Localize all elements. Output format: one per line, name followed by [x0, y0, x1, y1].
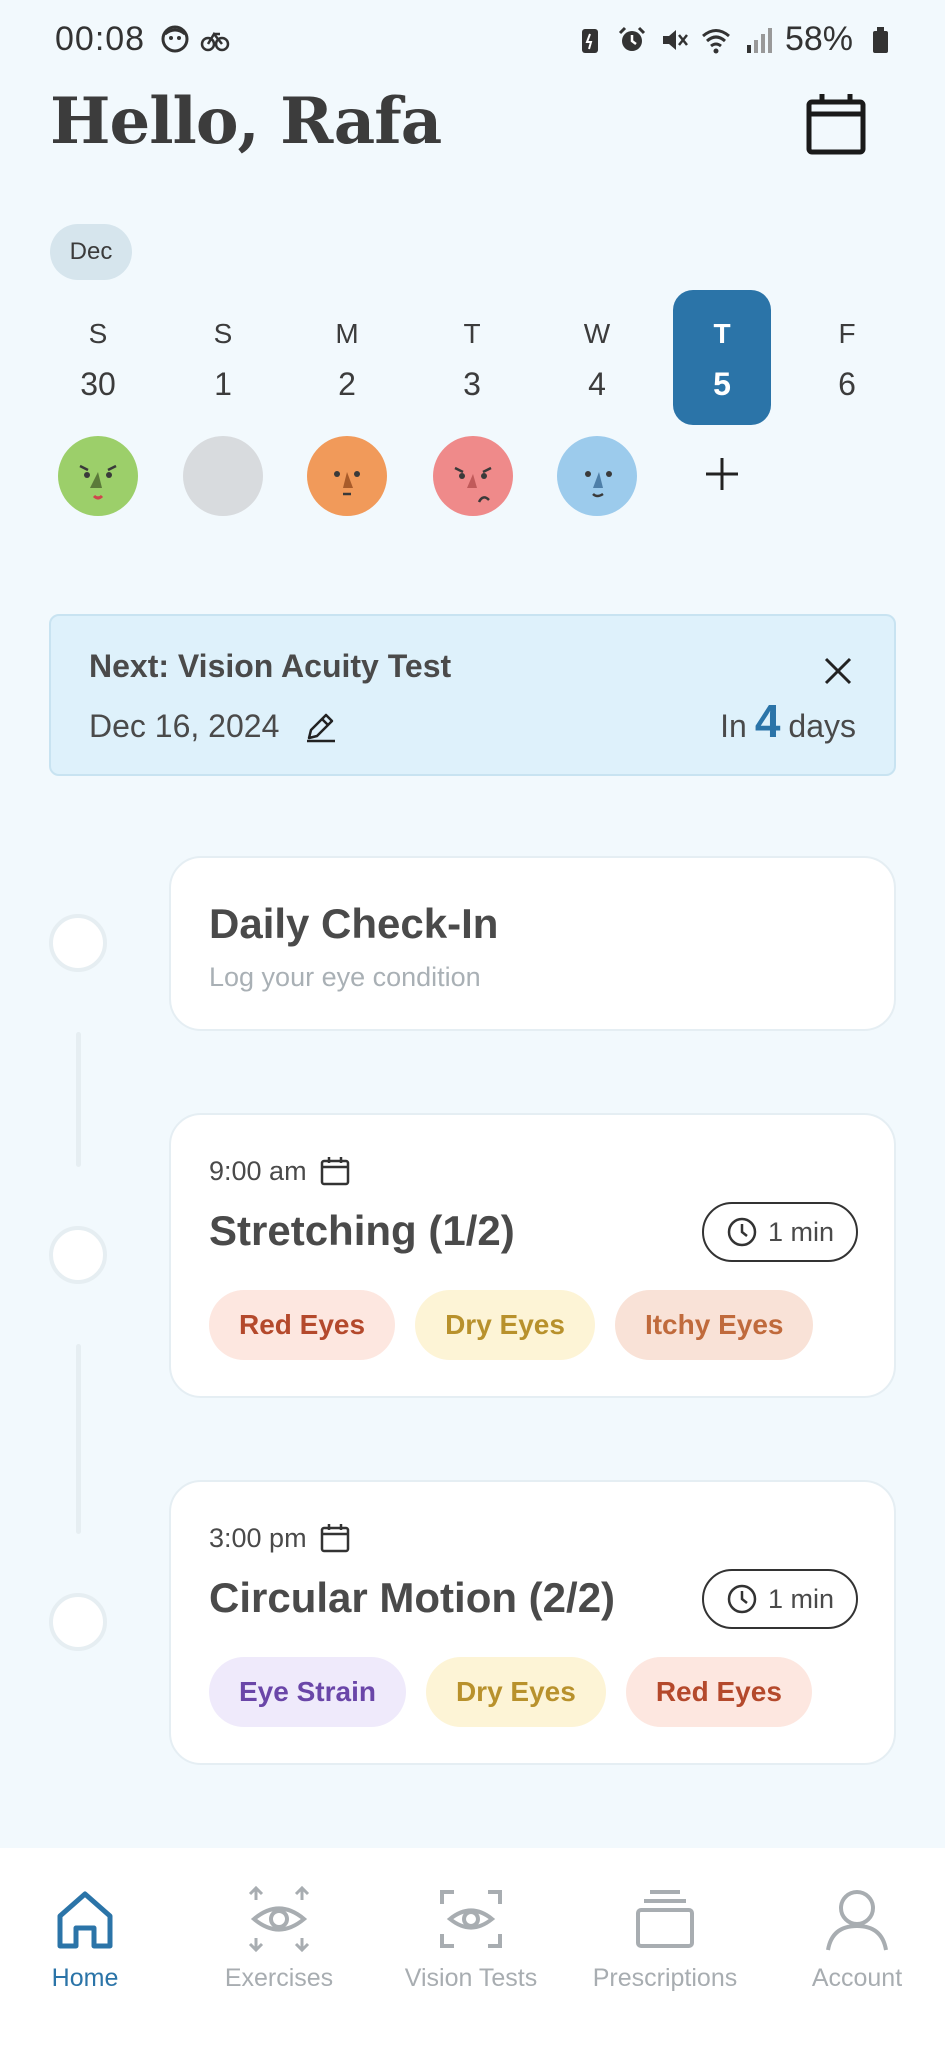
face-notification-icon — [161, 25, 189, 53]
tag-red-eyes[interactable]: Red Eyes — [625, 1657, 812, 1727]
timeline-checkbox-checkin[interactable] — [49, 914, 107, 972]
task-time: 3:00 pm — [209, 1522, 307, 1553]
battery-icon — [873, 26, 888, 53]
tag-eye-strain[interactable]: Eye Strain — [209, 1657, 406, 1727]
person-icon — [826, 1890, 888, 1951]
calendar-small-icon — [320, 1524, 349, 1553]
day-tue-3[interactable]: T 3 — [423, 290, 521, 425]
mood-green-sick-face[interactable] — [58, 436, 138, 516]
card-title: Stretching (1/2) — [209, 1207, 515, 1254]
next-test-date: Dec 16, 2024 — [89, 708, 280, 744]
nav-home[interactable]: Home — [0, 1884, 175, 1993]
day-sun-30[interactable]: S 30 — [49, 290, 147, 425]
alarm-icon — [618, 26, 645, 51]
wifi-icon — [701, 28, 730, 53]
battery-percent: 58% — [784, 20, 853, 58]
status-time: 00:08 — [55, 20, 146, 58]
bottom-nav: Home Exercises Vision Tests Prescription… — [0, 1848, 945, 2048]
day-mon-2[interactable]: M 2 — [298, 290, 396, 425]
timeline-line — [76, 1344, 81, 1534]
task-time: 9:00 am — [209, 1155, 307, 1186]
mood-empty[interactable] — [183, 436, 263, 516]
stretching-card[interactable]: 9:00 am Stretching (1/2) 1 min Red Eyes … — [169, 1113, 896, 1398]
home-icon — [57, 1891, 113, 1949]
nav-account[interactable]: Account — [767, 1884, 945, 1993]
day-thu-5-selected[interactable]: T 5 — [673, 290, 771, 425]
card-title: Circular Motion (2/2) — [209, 1574, 616, 1621]
eye-arrows-icon — [248, 1885, 310, 1953]
battery-saver-icon — [581, 28, 598, 53]
tag-red-eyes[interactable]: Red Eyes — [209, 1290, 396, 1360]
tag-dry-eyes[interactable]: Dry Eyes — [415, 1290, 595, 1360]
signal-icon — [746, 27, 772, 53]
timeline-checkbox-stretching[interactable] — [49, 1226, 107, 1284]
days-count: 4 — [754, 695, 781, 747]
nav-vision-tests[interactable]: Vision Tests — [381, 1884, 561, 1993]
day-wed-4[interactable]: W 4 — [548, 290, 646, 425]
circular-motion-card[interactable]: 3:00 pm Circular Motion (2/2) 1 min Eye … — [169, 1480, 896, 1765]
day-sun-1[interactable]: S 1 — [174, 290, 272, 425]
calendar-icon[interactable] — [805, 92, 867, 156]
nav-prescriptions[interactable]: Prescriptions — [575, 1884, 755, 1993]
pencil-icon[interactable] — [303, 710, 337, 744]
eye-scan-icon — [440, 1890, 502, 1948]
clock-icon — [727, 1584, 757, 1614]
card-subtitle: Log your eye condition — [209, 962, 481, 992]
month-chip[interactable]: Dec — [50, 224, 132, 280]
mood-blue-face[interactable] — [557, 436, 637, 516]
timeline-checkbox-circular[interactable] — [49, 1593, 107, 1651]
timeline-line — [76, 1032, 81, 1167]
daily-checkin-card[interactable]: Daily Check-In Log your eye condition — [169, 856, 896, 1031]
plus-icon[interactable] — [700, 452, 744, 496]
next-test-banner[interactable]: Next: Vision Acuity Test Dec 16, 2024 In… — [49, 614, 896, 776]
card-title: Daily Check-In — [209, 900, 499, 947]
days-until: In 4 days — [720, 695, 856, 747]
mute-icon — [662, 29, 688, 50]
mood-orange-face[interactable] — [307, 436, 387, 516]
tag-itchy-eyes[interactable]: Itchy Eyes — [614, 1290, 814, 1360]
status-bar: 00:08 58% — [0, 0, 945, 84]
tag-dry-eyes[interactable]: Dry Eyes — [425, 1657, 606, 1727]
clock-icon — [727, 1217, 757, 1247]
greeting-title: Hello, Rafa — [50, 84, 442, 159]
next-test-title: Next: Vision Acuity Test — [89, 648, 452, 684]
calendar-small-icon — [320, 1157, 349, 1186]
duration-badge: 1 min — [702, 1202, 858, 1262]
close-icon[interactable] — [821, 654, 855, 688]
bike-notification-icon — [200, 31, 230, 52]
mood-red-sad-face[interactable] — [433, 436, 513, 516]
day-fri-6[interactable]: F 6 — [798, 290, 896, 425]
duration-badge: 1 min — [702, 1569, 858, 1629]
nav-exercises[interactable]: Exercises — [189, 1884, 369, 1993]
stack-icon — [636, 1890, 694, 1948]
